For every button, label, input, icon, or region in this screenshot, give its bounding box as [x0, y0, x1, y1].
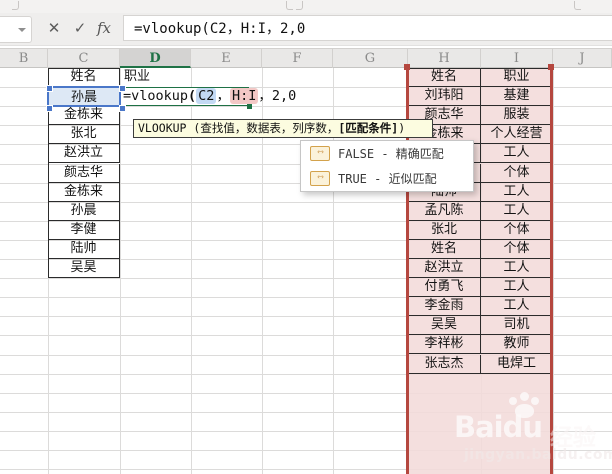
cell-i1[interactable]: 职业: [481, 68, 553, 88]
formula-ref-hi: H:I: [229, 88, 259, 105]
cell-h8[interactable]: 孟凡陈: [408, 201, 481, 221]
reference-box-handle[interactable]: [46, 85, 53, 93]
cell-i12[interactable]: 工人: [481, 278, 553, 298]
cell-h15[interactable]: 李祥彬: [408, 335, 481, 355]
column-header-I[interactable]: I: [481, 49, 553, 68]
cancel-icon: ✕: [47, 19, 61, 37]
cell-i15[interactable]: 教师: [481, 335, 553, 355]
cell-i11[interactable]: 工人: [481, 259, 553, 279]
cell-c9[interactable]: 李健: [48, 220, 120, 240]
gridline: [120, 68, 121, 474]
cell-c3[interactable]: 金栋来: [48, 106, 120, 126]
cell-i10[interactable]: 个体: [481, 239, 553, 259]
cell-i7[interactable]: 工人: [481, 182, 553, 202]
cell-i6[interactable]: 个体: [481, 163, 553, 183]
cell-c2-value: 孙晨: [70, 90, 97, 106]
formula-ref-c2: C2: [196, 88, 217, 105]
cell-c5[interactable]: 赵洪立: [48, 144, 120, 164]
cell-c4[interactable]: 张北: [48, 125, 120, 145]
ribbon-group-corner: [574, 1, 581, 10]
cell-h2[interactable]: 刘玮阳: [408, 87, 481, 107]
confirm-entry-button[interactable]: ✓: [68, 16, 92, 41]
cell-c1[interactable]: 姓名: [48, 68, 120, 88]
column-header-E[interactable]: E: [191, 49, 262, 68]
cell-c10[interactable]: 陆帅: [48, 239, 120, 259]
cell-d2-editing[interactable]: =vlookup(C2， H:I ，2,0: [120, 87, 297, 107]
cell-i9[interactable]: 个体: [481, 220, 553, 240]
argument-options-dropdown: ‹··› FALSE - 精确匹配 ‹··› TRUE - 近似匹配: [300, 140, 474, 192]
cell-h11[interactable]: 赵洪立: [408, 259, 481, 279]
gridline: [553, 68, 554, 474]
range-handle-topleft[interactable]: [404, 64, 410, 70]
cell-i2[interactable]: 基建: [481, 87, 553, 107]
formula-bar: ✕ ✓ fx =vlookup(C2，H:I，2,0: [0, 13, 612, 46]
fx-icon: fx: [96, 19, 111, 37]
column-header-C[interactable]: C: [48, 49, 120, 68]
reference-box-handle[interactable]: [119, 105, 126, 113]
function-hint-tooltip: VLOOKUP (查找值，数据表，列序数，[匹配条件]): [133, 119, 433, 138]
cell-h13[interactable]: 李金雨: [408, 297, 481, 317]
column-header-B[interactable]: B: [0, 49, 48, 68]
cell-c11[interactable]: 吴昊: [48, 259, 120, 279]
ribbon-group-corner: [12, 1, 19, 10]
enum-value-icon: ‹··›: [310, 171, 330, 186]
cell-i8[interactable]: 工人: [481, 201, 553, 221]
cell-c2-reference-box[interactable]: 孙晨: [46, 85, 126, 113]
range-border-right[interactable]: [550, 67, 553, 474]
cell-formula-text: =vlookup(C2， H:I ，2,0: [123, 88, 297, 105]
cell-c6[interactable]: 颜志华: [48, 163, 120, 183]
column-header-D[interactable]: D: [120, 49, 191, 68]
ribbon-group-corner: [296, 1, 303, 10]
insert-function-button[interactable]: fx: [92, 16, 116, 41]
ribbon-group-corner: [286, 1, 293, 10]
cell-h16[interactable]: 张志杰: [408, 354, 481, 374]
cell-i14[interactable]: 司机: [481, 316, 553, 336]
column-header-H[interactable]: H: [408, 49, 481, 68]
dropdown-item-true[interactable]: ‹··› TRUE - 近似匹配: [301, 166, 473, 191]
formula-text: =vlookup(C2，H:I，2,0: [134, 21, 306, 37]
dropdown-item-label: FALSE - 精确匹配: [338, 147, 444, 161]
cancel-entry-button[interactable]: ✕: [42, 16, 66, 41]
column-header-G[interactable]: G: [333, 49, 408, 68]
enum-value-icon: ‹··›: [310, 146, 330, 161]
cell-d1-value: 职业: [124, 69, 151, 84]
cell-d1[interactable]: 职业: [121, 68, 191, 87]
name-box[interactable]: [0, 16, 32, 43]
cell-h9[interactable]: 张北: [408, 220, 481, 240]
spreadsheet-app: ✕ ✓ fx =vlookup(C2，H:I，2,0 BCDEFGHIJ 职业 …: [0, 0, 612, 474]
cell-i4[interactable]: 个人经营: [481, 125, 553, 145]
name-box-dropdown-icon[interactable]: [18, 28, 26, 32]
cell-i5[interactable]: 工人: [481, 144, 553, 164]
range-handle-topright[interactable]: [548, 64, 554, 70]
cell-h12[interactable]: 付勇飞: [408, 278, 481, 298]
cell-h14[interactable]: 吴昊: [408, 316, 481, 336]
column-header-J[interactable]: J: [553, 49, 612, 68]
cell-c7[interactable]: 金栋来: [48, 182, 120, 202]
column-header-F[interactable]: F: [262, 49, 333, 68]
checkmark-icon: ✓: [73, 19, 87, 37]
dropdown-item-false[interactable]: ‹··› FALSE - 精确匹配: [301, 141, 473, 166]
table-border: [408, 68, 553, 69]
dropdown-item-label: TRUE - 近似匹配: [338, 172, 437, 186]
formula-input[interactable]: =vlookup(C2，H:I，2,0: [123, 15, 612, 41]
reference-box-handle[interactable]: [119, 85, 126, 93]
reference-box-handle[interactable]: [46, 105, 53, 113]
cell-i3[interactable]: 服装: [481, 106, 553, 126]
ribbon-bottom-strip: [0, 0, 612, 13]
cell-h1[interactable]: 姓名: [408, 68, 481, 88]
column-header-row: BCDEFGHIJ: [0, 48, 612, 68]
table-border: [48, 68, 120, 69]
cell-c8[interactable]: 孙晨: [48, 201, 120, 221]
cell-i13[interactable]: 工人: [481, 297, 553, 317]
cell-h10[interactable]: 姓名: [408, 239, 481, 259]
edit-box-handle[interactable]: [247, 104, 252, 110]
cell-i16[interactable]: 电焊工: [481, 354, 553, 374]
